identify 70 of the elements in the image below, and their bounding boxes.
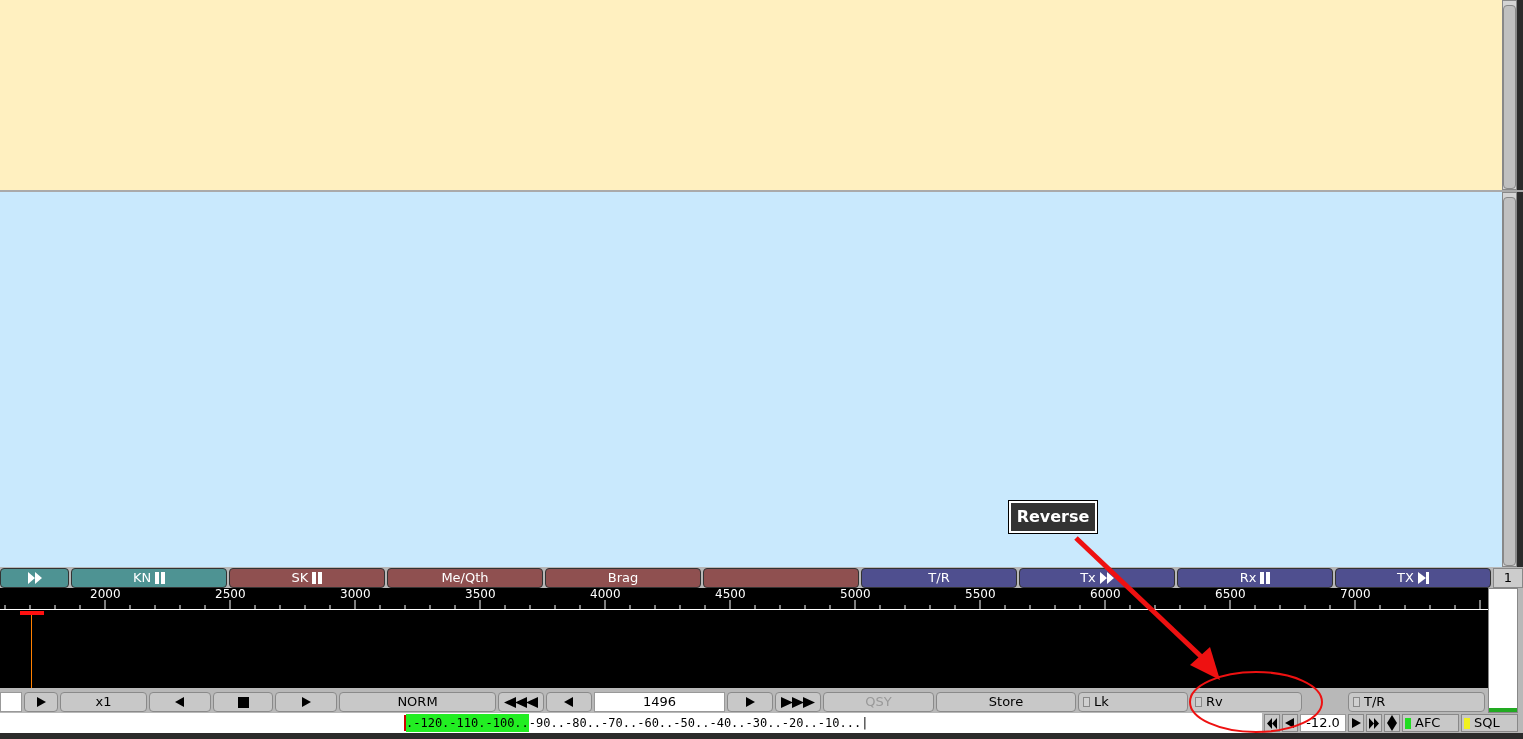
pause-icon: [1260, 571, 1271, 584]
frequency-label: 6000: [1090, 588, 1121, 601]
cursor-marker: [20, 611, 44, 615]
s-meter-labels: -90..-80..-70..-60..-50..-40..-30..-20..-10...|: [528, 715, 869, 732]
double-left-triangle-icon: [1267, 717, 1277, 729]
input-field[interactable]: -12.0: [1300, 714, 1346, 732]
s-meter-lit-range: .-120.-110.-100..: [406, 714, 529, 732]
frequency-label: 3500: [465, 588, 496, 601]
toggle-button[interactable]: T/R: [1348, 692, 1485, 712]
macro-button[interactable]: [0, 567, 69, 588]
macro-button[interactable]: SK: [229, 567, 385, 588]
frequency-label: 7000: [1340, 588, 1371, 601]
control-button[interactable]: [546, 692, 592, 712]
double-right-triangle-icon: [1099, 571, 1114, 584]
control-button[interactable]: [275, 692, 337, 712]
scrollbar[interactable]: [1502, 0, 1517, 190]
double-right-triangle-icon: [1369, 717, 1379, 729]
frequency-label: 5000: [840, 588, 871, 601]
callout-label: Reverse: [1009, 501, 1097, 533]
right-triangle-icon: [35, 696, 47, 708]
frequency-label: 6500: [1215, 588, 1246, 601]
control-button[interactable]: [775, 692, 821, 712]
control-button[interactable]: x1: [60, 692, 147, 712]
right-triangle-icon: [300, 696, 312, 708]
toggle-button[interactable]: Lk: [1078, 692, 1188, 712]
double-right-triangle-icon: [27, 571, 42, 584]
macro-button[interactable]: Tx: [1019, 567, 1175, 588]
left-triangle-icon: [563, 696, 575, 708]
pause-icon: [312, 571, 323, 584]
control-button[interactable]: [213, 692, 273, 712]
frequency-label: 4500: [715, 588, 746, 601]
small-button[interactable]: [1264, 714, 1280, 732]
frequency-label: 3000: [340, 588, 371, 601]
toggle-button[interactable]: Rv: [1190, 692, 1302, 712]
up-down-icon: [1387, 715, 1397, 731]
left-triangle-icon: [1284, 717, 1296, 729]
small-button[interactable]: [1366, 714, 1382, 732]
double-right-triangle-icon: [781, 696, 815, 708]
frequency-label: 2000: [90, 588, 121, 601]
small-button[interactable]: [1384, 714, 1400, 732]
scrollbar[interactable]: [1502, 192, 1517, 567]
control-button[interactable]: [727, 692, 773, 712]
macro-set-label[interactable]: 1: [1493, 567, 1523, 588]
right-triangle-icon: [744, 696, 756, 708]
control-button[interactable]: [24, 692, 58, 712]
input-field[interactable]: [0, 692, 22, 712]
frequency-label: 4000: [590, 588, 621, 601]
pause-icon: [155, 571, 166, 584]
small-button[interactable]: [1348, 714, 1364, 732]
toggle-button[interactable]: AFC: [1402, 714, 1459, 732]
input-field[interactable]: 1496: [594, 692, 725, 712]
toggle-button[interactable]: SQL: [1461, 714, 1518, 732]
macro-button[interactable]: TX: [1335, 567, 1491, 588]
macro-button[interactable]: Me/Qth: [387, 567, 543, 588]
macro-button[interactable]: KN: [71, 567, 227, 588]
macro-button[interactable]: Rx: [1177, 567, 1333, 588]
control-button[interactable]: [149, 692, 211, 712]
stop-icon: [237, 696, 249, 708]
macro-button[interactable]: T/R: [861, 567, 1017, 588]
control-button[interactable]: [498, 692, 544, 712]
control-button[interactable]: Store: [936, 692, 1076, 712]
left-triangle-icon: [174, 696, 186, 708]
double-left-triangle-icon: [504, 696, 538, 708]
skip-end-icon: [1417, 571, 1429, 584]
right-triangle-icon: [1350, 717, 1362, 729]
macro-button[interactable]: Brag: [545, 567, 701, 588]
control-button[interactable]: NORM: [339, 692, 496, 712]
macro-button[interactable]: [703, 567, 859, 588]
frequency-label: 5500: [965, 588, 996, 601]
frequency-label: 2500: [215, 588, 246, 601]
